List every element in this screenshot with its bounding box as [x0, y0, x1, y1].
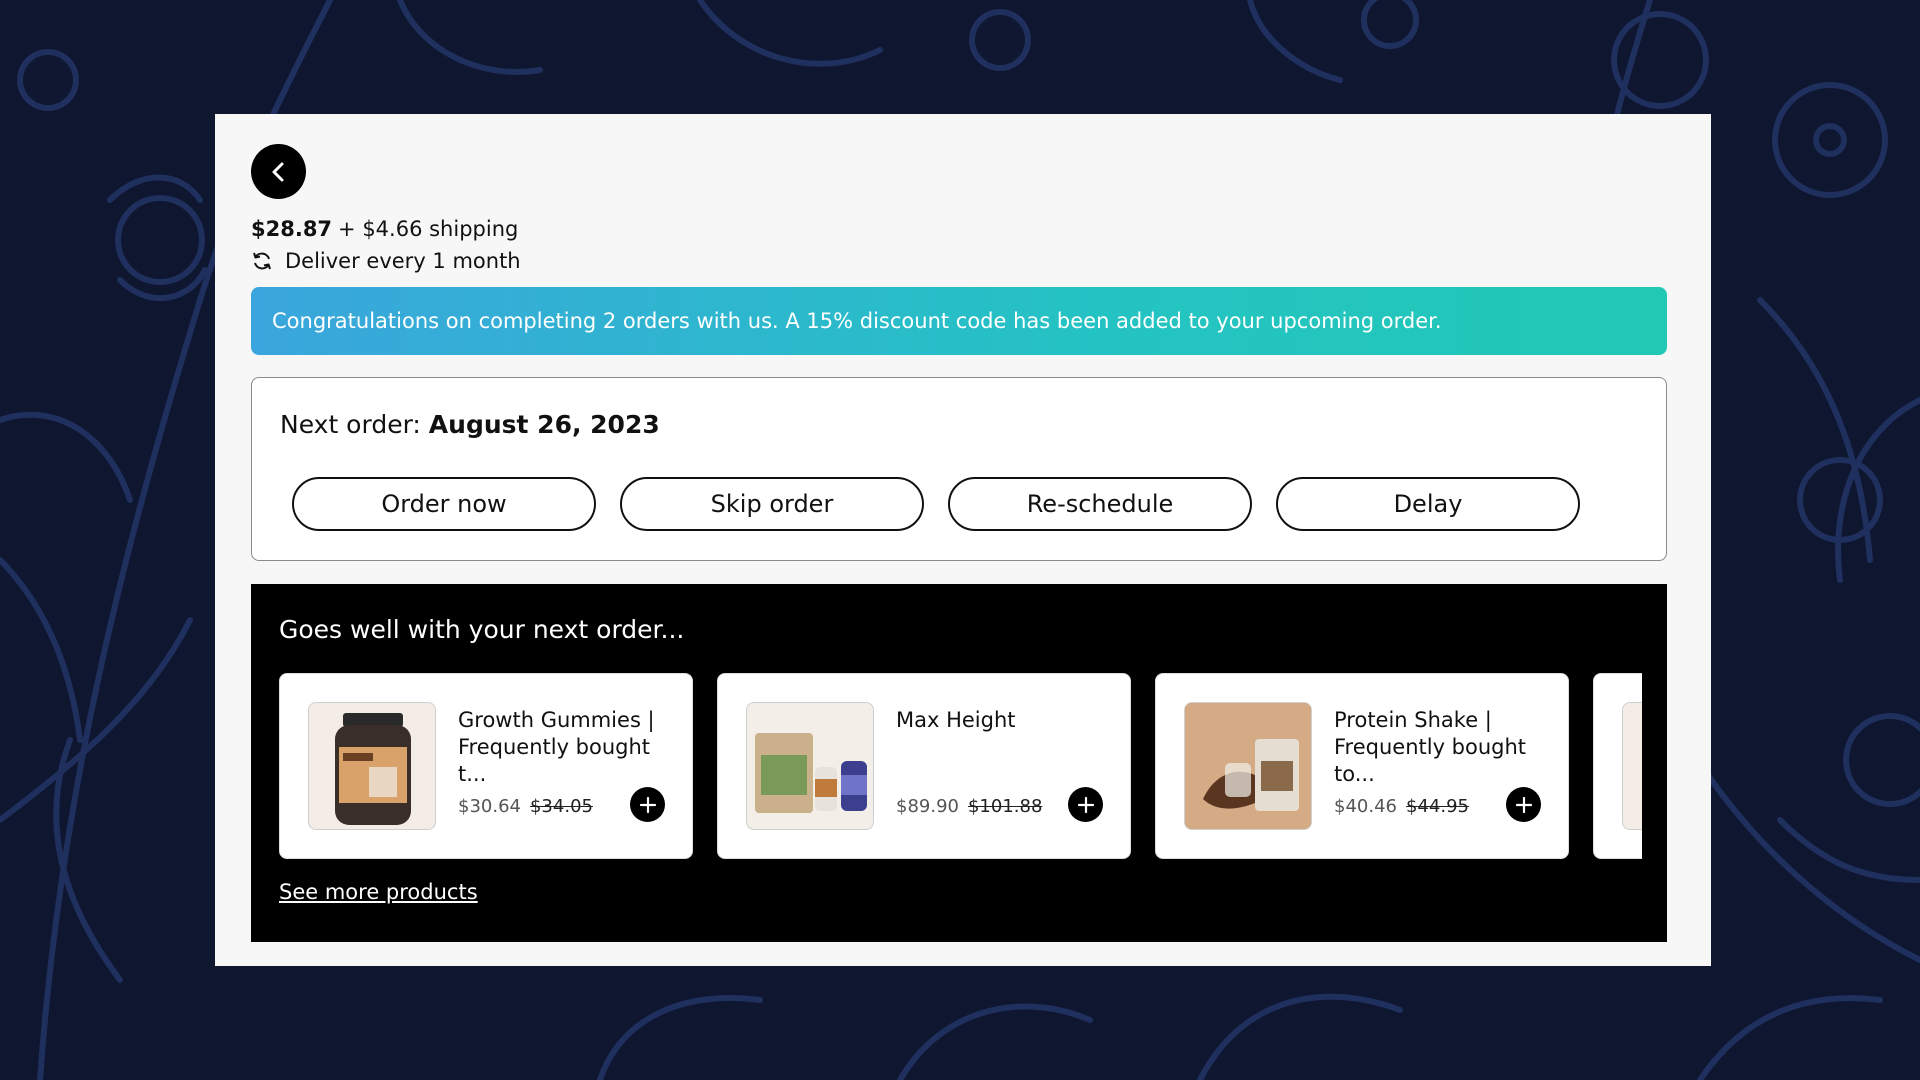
plus-icon [1077, 796, 1094, 813]
reschedule-button[interactable]: Re-schedule [948, 477, 1252, 531]
product-price: $40.46 $44.95 [1334, 796, 1469, 817]
product-name[interactable]: Growth Gummies | Frequently bought t... [458, 707, 668, 788]
frequency-text: Deliver every 1 month [285, 249, 521, 273]
discount-banner: Congratulations on completing 2 orders w… [251, 287, 1667, 355]
price-summary: $28.87 + $4.66 shipping [251, 217, 518, 241]
back-button[interactable] [251, 144, 306, 199]
plus-icon [639, 796, 656, 813]
product-price: $30.64 $34.05 [458, 796, 593, 817]
sale-price: $89.90 [896, 796, 959, 817]
next-order-label: Next order: [280, 410, 421, 439]
compare-price: $44.95 [1405, 796, 1469, 817]
product-card-partial[interactable] [1593, 673, 1642, 859]
sale-price: $30.64 [458, 796, 521, 817]
subscription-price: $28.87 [251, 217, 333, 241]
plus-icon [1515, 796, 1532, 813]
product-card[interactable]: Max Height $89.90 $101.88 [717, 673, 1131, 859]
product-image [1622, 702, 1642, 830]
product-image [746, 702, 874, 830]
product-card[interactable]: Protein Shake | Frequently bought to... … [1155, 673, 1569, 859]
refresh-icon [253, 252, 271, 270]
product-name[interactable]: Max Height [896, 707, 1106, 734]
product-carousel[interactable]: Growth Gummies | Frequently bought t... … [279, 673, 1642, 859]
next-order-date: August 26, 2023 [428, 410, 660, 439]
shipping-price: + $4.66 shipping [338, 217, 519, 241]
next-order-heading: Next order: August 26, 2023 [280, 410, 660, 439]
product-card[interactable]: Growth Gummies | Frequently bought t... … [279, 673, 693, 859]
add-product-button[interactable] [1506, 787, 1541, 822]
skip-order-button[interactable]: Skip order [620, 477, 924, 531]
product-name[interactable]: Protein Shake | Frequently bought to... [1334, 707, 1544, 788]
product-image [308, 702, 436, 830]
product-price: $89.90 $101.88 [896, 796, 1042, 817]
sale-price: $40.46 [1334, 796, 1397, 817]
add-product-button[interactable] [630, 787, 665, 822]
banner-message: Congratulations on completing 2 orders w… [272, 309, 1442, 333]
add-product-button[interactable] [1068, 787, 1103, 822]
order-actions: Order now Skip order Re-schedule Delay [292, 477, 1580, 531]
compare-price: $34.05 [529, 796, 593, 817]
see-more-products-link[interactable]: See more products [279, 880, 478, 904]
delay-button[interactable]: Delay [1276, 477, 1580, 531]
order-now-button[interactable]: Order now [292, 477, 596, 531]
compare-price: $101.88 [967, 796, 1043, 817]
subscription-panel: $28.87 + $4.66 shipping Deliver every 1 … [215, 114, 1711, 966]
delivery-frequency: Deliver every 1 month [251, 249, 521, 273]
upsell-section: Goes well with your next order... Growth… [251, 584, 1667, 942]
chevron-left-icon [272, 162, 283, 181]
next-order-card: Next order: August 26, 2023 Order now Sk… [251, 377, 1667, 561]
product-image [1184, 702, 1312, 830]
upsell-title: Goes well with your next order... [279, 615, 685, 644]
